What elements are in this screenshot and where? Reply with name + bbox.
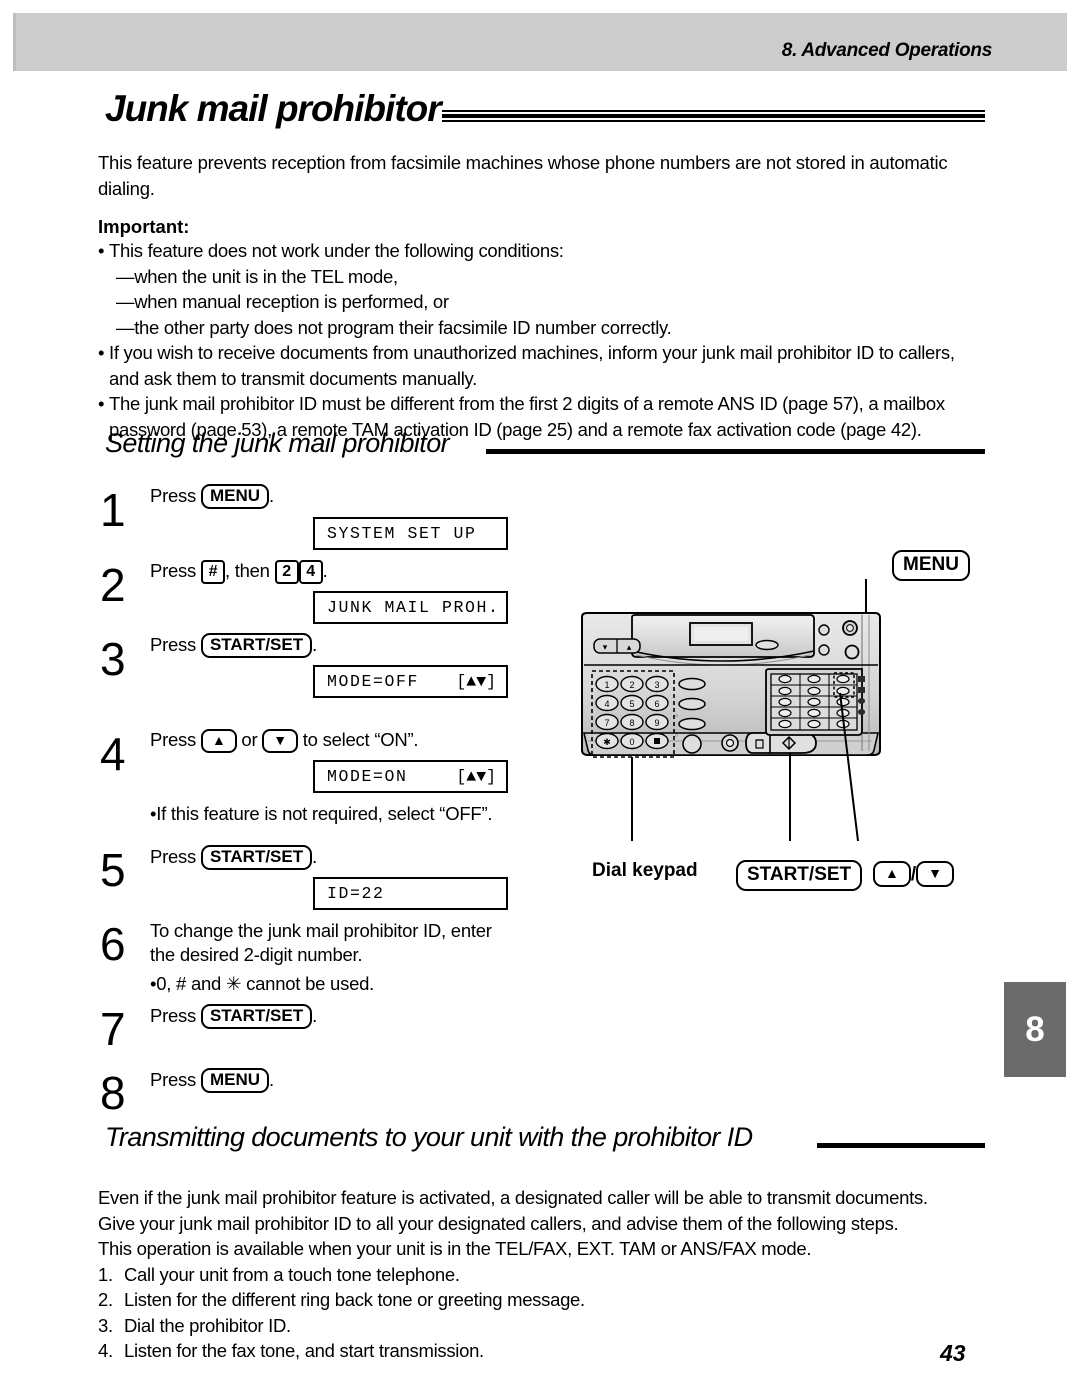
svg-text:8: 8 — [629, 718, 634, 728]
start-set-key[interactable]: START/SET — [200, 633, 313, 658]
step-instruction: Press MENU. — [150, 1068, 274, 1093]
step-number: 3 — [100, 633, 126, 685]
step-number: 4 — [100, 728, 126, 780]
step-number: 2 — [100, 559, 126, 611]
svg-text:○: ○ — [675, 713, 678, 719]
arrow-down-key[interactable]: ▼ — [916, 861, 954, 887]
start-set-key[interactable]: START/SET — [200, 845, 313, 870]
step-instruction: To change the junk mail prohibitor ID, e… — [150, 920, 492, 965]
fax-machine-illustration: ▾ ▴ 1 2 3 4 5 6 7 8 9 ✱ 0 ○ ○ — [570, 545, 990, 895]
transmit-body: Even if the junk mail prohibitor feature… — [98, 1185, 988, 1364]
svg-text:2: 2 — [629, 680, 634, 690]
section-heading-text: Transmitting documents to your unit with… — [105, 1122, 753, 1152]
section-heading-text: Setting the junk mail prohibitor — [105, 428, 450, 458]
digit-key-4[interactable]: 4 — [298, 560, 323, 584]
step-number: 6 — [100, 918, 126, 970]
section-heading-transmit: Transmitting documents to your unit with… — [105, 1122, 985, 1162]
svg-text:0: 0 — [629, 737, 634, 747]
bullet-icon: • — [98, 393, 105, 414]
callout-menu-button[interactable]: MENU — [892, 550, 970, 581]
page-number: 43 — [940, 1340, 966, 1366]
svg-text:9: 9 — [654, 718, 659, 728]
paragraph: This operation is available when your un… — [98, 1238, 812, 1259]
step-instruction: Press START/SET. — [150, 845, 317, 870]
step-instruction: Press START/SET. — [150, 633, 317, 658]
svg-text:1: 1 — [604, 680, 609, 690]
hash-key[interactable]: # — [200, 560, 225, 584]
arrow-up-key[interactable]: ▲ — [200, 729, 237, 753]
step-note: •0, # and ✳ cannot be used. — [150, 973, 375, 994]
section-heading-setting: Setting the junk mail prohibitor — [105, 428, 985, 468]
step-instruction: Press #, then 24. — [150, 559, 328, 584]
list-item: 1. Call your unit from a touch tone telep… — [98, 1263, 460, 1285]
digit-key-2[interactable]: 2 — [274, 560, 299, 584]
title-triple-rule — [442, 110, 985, 123]
paragraph: Even if the junk mail prohibitor feature… — [98, 1187, 928, 1208]
list-item: —when the unit is in the TEL mode, — [116, 265, 398, 287]
svg-text:4: 4 — [604, 699, 609, 709]
list-item: 4. Listen for the fax tone, and start tra… — [98, 1340, 484, 1361]
step-number: 1 — [100, 484, 126, 536]
svg-text:6: 6 — [654, 699, 659, 709]
list-item: —the other party does not program their … — [116, 316, 672, 338]
manual-page: 8. Advanced Operations Junk mail prohibi… — [0, 0, 1080, 1397]
callout-start-set-button[interactable]: START/SET — [736, 860, 863, 891]
svg-text:○: ○ — [675, 733, 678, 739]
svg-text:7: 7 — [604, 718, 609, 728]
bullet-icon: • — [98, 342, 105, 363]
page-title: Junk mail prohibitor — [105, 88, 442, 129]
bullet-icon: • — [98, 240, 105, 261]
list-item: —when manual reception is performed, or — [116, 291, 449, 312]
lcd-display: ID=22 — [313, 877, 508, 910]
step-number: 7 — [100, 1003, 126, 1055]
step-instruction: Press ▲ or ▼ to select “ON”. — [150, 728, 419, 753]
svg-text:▴: ▴ — [627, 643, 632, 653]
chapter-thumb-tab: 8 — [1004, 982, 1066, 1077]
callout-updown-buttons[interactable]: ▲ / ▼ — [873, 861, 954, 887]
intro-paragraph: This feature prevents reception from fac… — [98, 152, 948, 199]
chapter-title-block: Junk mail prohibitor — [105, 88, 985, 134]
section-rule — [817, 1143, 985, 1148]
lcd-display: [▲▼] MODE=ON — [313, 760, 508, 793]
svg-text:▾: ▾ — [603, 643, 608, 653]
running-header-text: 8. Advanced Operations — [781, 40, 993, 61]
step-number: 5 — [100, 844, 126, 896]
step-number: 8 — [100, 1067, 126, 1119]
lcd-display: JUNK MAIL PROH. — [313, 591, 508, 624]
section-rule — [486, 449, 985, 454]
svg-text:3: 3 — [654, 680, 659, 690]
step-instruction: Press MENU. — [150, 484, 274, 509]
menu-key[interactable]: MENU — [200, 484, 269, 509]
important-list: • This feature does not work under the fo… — [98, 238, 988, 442]
arrow-down-key[interactable]: ▼ — [262, 729, 298, 753]
list-item: • This feature does not work under the fo… — [98, 238, 988, 264]
svg-text:5: 5 — [629, 699, 634, 709]
paragraph: Give your junk mail prohibitor ID to all… — [98, 1212, 899, 1234]
lcd-display: SYSTEM SET UP — [313, 517, 508, 550]
svg-text:✱: ✱ — [603, 738, 611, 748]
important-label: Important: — [98, 216, 190, 237]
callout-dial-keypad-label: Dial keypad — [592, 860, 698, 881]
step-instruction: Press START/SET. — [150, 1004, 317, 1029]
menu-key[interactable]: MENU — [200, 1068, 269, 1093]
arrow-up-key[interactable]: ▲ — [873, 861, 911, 887]
lcd-display: [▲▼] MODE=OFF — [313, 665, 508, 698]
start-set-key[interactable]: START/SET — [200, 1004, 313, 1029]
list-item: • If you wish to receive documents from u… — [98, 342, 955, 389]
list-item: 2. Listen for the different ring back ton… — [98, 1289, 585, 1310]
list-item: 3. Dial the prohibitor ID. — [98, 1314, 291, 1336]
step-note: •If this feature is not required, select… — [150, 803, 493, 824]
